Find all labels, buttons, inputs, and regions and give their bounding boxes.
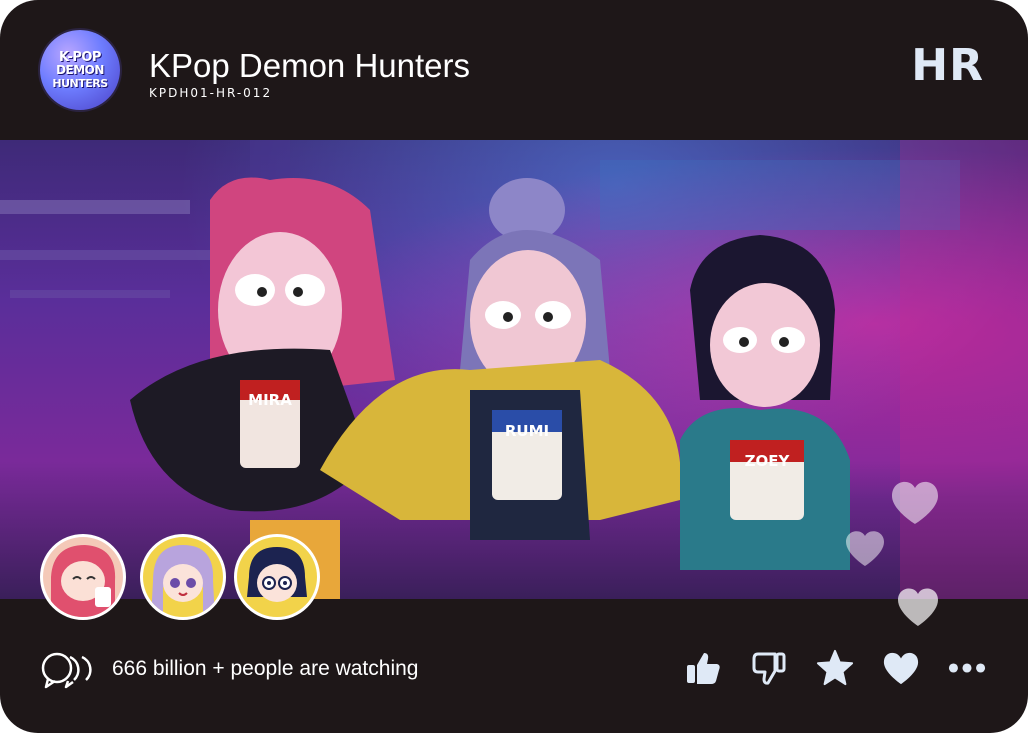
- card-footer: 666 billion + people are watching: [0, 599, 1028, 733]
- star-icon: [816, 649, 854, 686]
- logo-line-2: DEMON: [56, 62, 104, 77]
- card-header: K-POP DEMON HUNTERS KPop Demon Hunters K…: [0, 0, 1028, 140]
- card-title: KPop Demon Hunters: [149, 47, 470, 84]
- more-icon: [948, 663, 986, 673]
- zoey-cup-label: ZOEY: [745, 452, 791, 470]
- logo-line-1: K-POP: [59, 49, 101, 65]
- trading-card: K-POP DEMON HUNTERS KPop Demon Hunters K…: [0, 0, 1028, 733]
- more-button[interactable]: [948, 649, 986, 687]
- like-button[interactable]: [684, 649, 722, 687]
- viewers-count-text: 666 billion + people are watching: [112, 657, 419, 680]
- thumbs-up-icon: [687, 653, 720, 684]
- mira-cup-label: MIRA: [248, 391, 292, 409]
- heart-icon: [883, 652, 919, 685]
- thumbs-down-icon: [752, 652, 786, 685]
- favorite-button[interactable]: [816, 649, 854, 687]
- rumi-cup-label: RUMI: [505, 422, 549, 440]
- kpop-demon-hunters-logo: K-POP DEMON HUNTERS: [40, 30, 120, 110]
- love-button[interactable]: [882, 649, 920, 687]
- zoey-character: [680, 235, 850, 570]
- action-bar: [684, 646, 986, 690]
- viewers-icon: [41, 652, 92, 689]
- logo-line-3: HUNTERS: [52, 76, 108, 90]
- card-code: KPDH01-HR-012: [149, 86, 273, 100]
- dislike-button[interactable]: [750, 649, 788, 687]
- rarity-badge: HR: [911, 40, 984, 91]
